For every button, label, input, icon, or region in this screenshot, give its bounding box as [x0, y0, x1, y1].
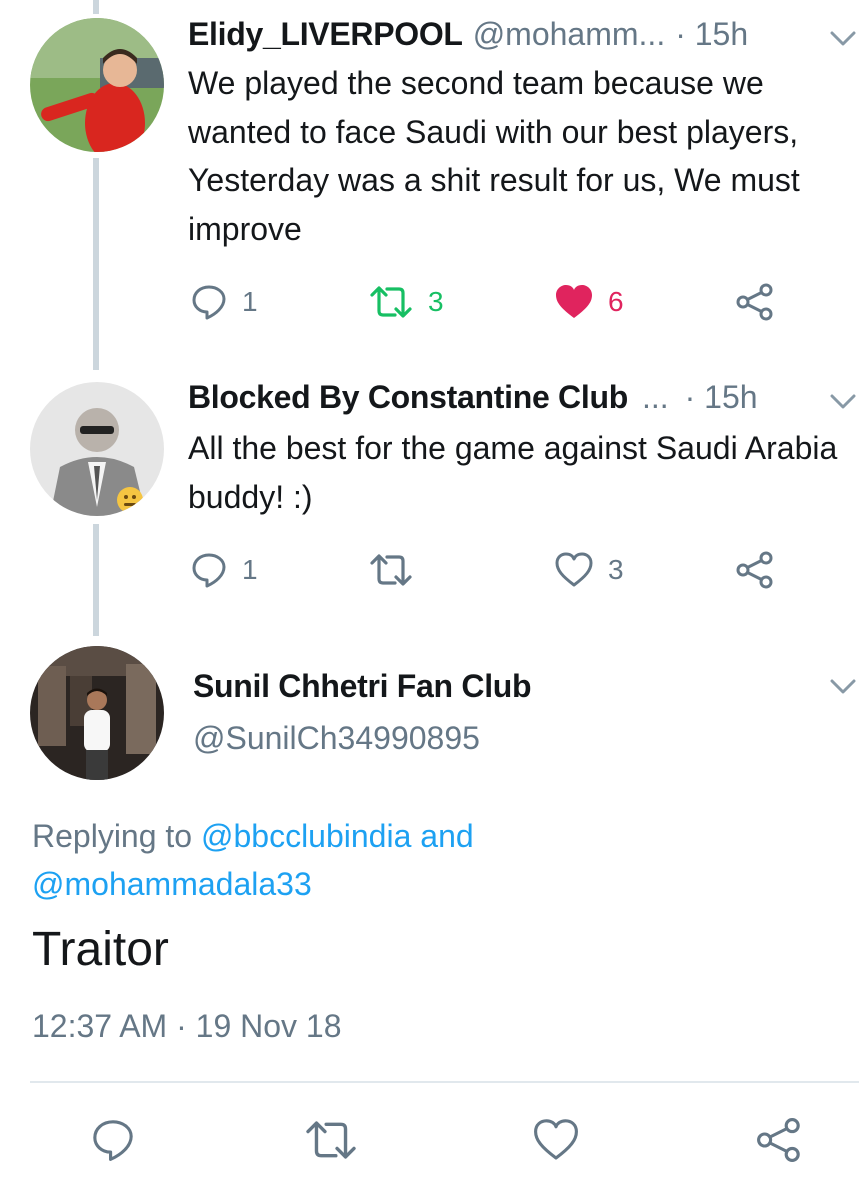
retweet-icon [370, 554, 412, 586]
avatar[interactable] [30, 646, 164, 780]
reply-icon [93, 1120, 133, 1161]
user-handle[interactable]: @SunilCh34990895 [193, 720, 480, 757]
like-icon [534, 1119, 578, 1160]
reply-icon [192, 553, 226, 588]
thread-line-top [93, 0, 99, 14]
like-icon [556, 285, 592, 318]
share-button[interactable] [755, 1118, 803, 1162]
retweet-count: 3 [428, 286, 444, 317]
reply-button[interactable]: 1 [190, 548, 258, 592]
like-button[interactable]: 6 [554, 280, 624, 324]
reply-count: 1 [242, 554, 258, 585]
like-count: 3 [608, 554, 624, 585]
tweet-time[interactable]: · 15h [685, 379, 758, 416]
display-name[interactable]: Blocked By Constantine Club [188, 379, 628, 416]
reply-mention-2[interactable]: @mohammadala33 [32, 866, 312, 902]
user-handle[interactable]: @mohamm... [473, 16, 666, 53]
like-button[interactable]: 3 [554, 548, 624, 592]
divider [30, 1081, 859, 1083]
reply-icon [192, 285, 226, 320]
tweet-timestamp[interactable]: 12:37 AM · 19 Nov 18 [32, 1008, 342, 1045]
like-count: 6 [608, 286, 624, 317]
share-icon [736, 283, 773, 321]
thread-line-2 [93, 524, 99, 636]
retweet-icon [306, 1121, 356, 1159]
thread-line-1 [93, 158, 99, 370]
reply-count: 1 [242, 286, 258, 317]
replying-prefix: Replying to [32, 818, 193, 854]
tweet-text: We played the second team because we wan… [188, 65, 800, 247]
share-button[interactable] [735, 548, 775, 592]
reply-button[interactable]: 1 [190, 280, 258, 324]
reply-button[interactable] [90, 1118, 136, 1162]
retweet-button[interactable] [368, 548, 414, 592]
replying-to: Replying to @bbcclubindia and @mohammada… [32, 812, 832, 908]
chevron-down-icon[interactable] [830, 393, 856, 411]
reply-header: Blocked By Constantine Club ... · 15h [188, 377, 758, 417]
retweet-button[interactable] [303, 1118, 359, 1162]
like-button[interactable] [532, 1118, 580, 1162]
avatar[interactable] [30, 382, 164, 516]
like-icon [555, 552, 593, 587]
chevron-down-icon[interactable] [830, 678, 856, 696]
display-name[interactable]: Sunil Chhetri Fan Club [193, 668, 532, 705]
share-icon [757, 1118, 800, 1162]
display-name[interactable]: Elidy_LIVERPOOL [188, 16, 463, 53]
avatar[interactable] [30, 18, 164, 152]
user-handle[interactable]: ... [642, 379, 669, 416]
retweet-button[interactable]: 3 [368, 280, 444, 324]
reply-and[interactable]: and [420, 818, 473, 854]
chevron-down-icon[interactable] [830, 30, 856, 48]
share-button[interactable] [735, 280, 775, 324]
reply-mention-1[interactable]: @bbcclubindia [201, 818, 411, 854]
reply-header: Elidy_LIVERPOOL @mohamm... · 15h [188, 14, 748, 54]
tweet-text: All the best for the game against Saudi … [188, 430, 838, 515]
share-icon [736, 551, 773, 589]
tweet-time[interactable]: · 15h [675, 16, 748, 53]
tweet-text: Traitor [32, 923, 169, 976]
retweet-icon [370, 286, 412, 318]
